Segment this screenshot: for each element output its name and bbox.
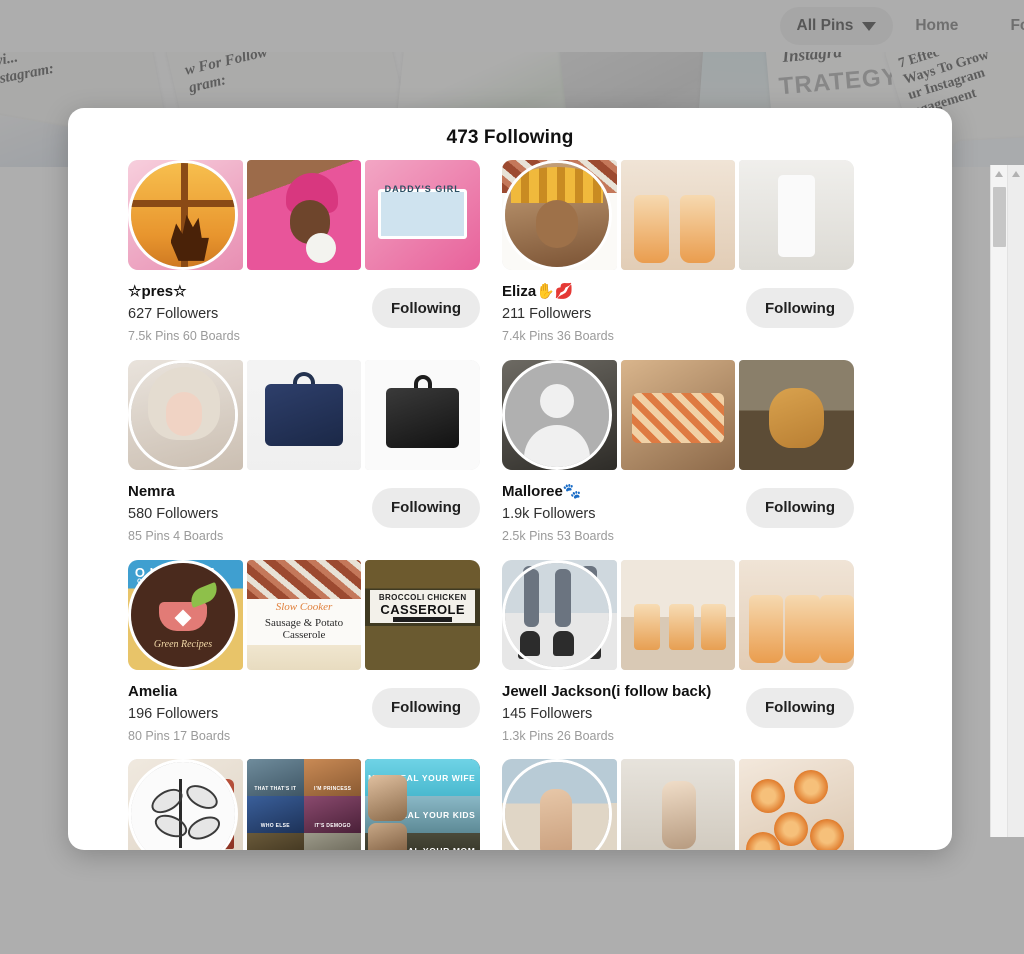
following-button[interactable]: Following xyxy=(746,487,854,528)
user-followers: 211 Followers xyxy=(502,306,592,323)
user-thumbnails xyxy=(502,759,855,850)
user-card[interactable]: THAT THAT'S IT I'M PRINCESS WHO ELSE IT'… xyxy=(128,759,481,850)
user-name: Nemra xyxy=(128,482,175,500)
user-thumbnails xyxy=(502,160,855,270)
user-thumbnails: O LASAGNACOMFORT FOOD RECIPE Slow Cooker… xyxy=(128,559,481,670)
avatar[interactable] xyxy=(502,759,612,850)
thumbnail-lemonade-table[interactable] xyxy=(620,559,736,670)
user-followers: 145 Followers xyxy=(502,705,593,722)
user-meta: ☆pres☆ 627 Followers 7.5k Pins 60 Boards… xyxy=(128,270,480,346)
user-thumbnails xyxy=(502,559,855,670)
thumbnail-mr-steal-your-wife-meme[interactable]: MR. STEAL YOUR WIFE MR. STEAL YOUR KIDS … xyxy=(365,759,481,850)
user-pins-boards: 1.3k Pins 26 Boards xyxy=(502,728,614,743)
user-grid-row: THAT THAT'S IT I'M PRINCESS WHO ELSE IT'… xyxy=(128,759,952,850)
thumbnail-mirror-selfie[interactable] xyxy=(620,759,736,850)
user-name: ☆pres☆ xyxy=(128,283,187,300)
avatar[interactable] xyxy=(128,359,238,470)
modal-scrollbar[interactable] xyxy=(990,165,1007,837)
background-pin[interactable] xyxy=(952,134,1024,167)
pin-text: Instagra xyxy=(781,52,843,67)
pin-text-secondary: TRATEGY xyxy=(777,63,900,101)
avatar[interactable]: Green Recipes xyxy=(128,559,238,670)
modal-scrollbar-thumb[interactable] xyxy=(993,187,1006,247)
user-thumbnails xyxy=(128,359,481,470)
user-name: Amelia xyxy=(128,682,178,700)
all-pins-dropdown[interactable]: All Pins xyxy=(779,7,894,45)
user-card[interactable]: DADDY'S GIRL ☆pres☆ 627 Followers 7.5k P… xyxy=(128,160,481,346)
thumbnail-ordinary-bottle[interactable] xyxy=(739,160,855,270)
user-followers: 627 Followers xyxy=(128,306,219,323)
following-modal: 473 Following DADDY'S GIRL ☆pres☆ 627 Fo… xyxy=(68,108,952,850)
thumbnail-meme-grid[interactable]: THAT THAT'S IT I'M PRINCESS WHO ELSE IT'… xyxy=(246,759,362,850)
user-name: Eliza✋💋 xyxy=(502,283,574,300)
user-thumbnails: DADDY'S GIRL xyxy=(128,160,481,270)
user-name: Malloree🐾 xyxy=(502,482,582,500)
user-card[interactable] xyxy=(502,759,855,850)
user-pins-boards: 2.5k Pins 53 Boards xyxy=(502,528,614,543)
thumbnail-golden-dog[interactable] xyxy=(739,359,855,470)
pin-text: w For Follow gram: xyxy=(183,52,270,96)
triangle-up-icon[interactable] xyxy=(995,171,1003,177)
user-meta: Jewell Jackson(i follow back) 145 Follow… xyxy=(502,670,854,746)
user-grid-row: DADDY'S GIRL ☆pres☆ 627 Followers 7.5k P… xyxy=(128,160,952,346)
all-pins-label: All Pins xyxy=(796,17,854,34)
nav-link-following[interactable]: Foll xyxy=(1010,17,1024,35)
user-card[interactable]: Jewell Jackson(i follow back) 145 Follow… xyxy=(502,559,855,746)
modal-title: 473 Following xyxy=(446,127,574,148)
user-followers: 580 Followers xyxy=(128,506,219,522)
thumbnail-black-handbag[interactable] xyxy=(365,359,481,470)
thumbnail-lemonade-cups[interactable] xyxy=(739,559,855,670)
page-scrollbar[interactable] xyxy=(1007,165,1024,837)
user-pins-boards: 7.5k Pins 60 Boards xyxy=(128,329,240,343)
triangle-up-icon[interactable] xyxy=(1012,171,1020,177)
user-meta: Eliza✋💋 211 Followers 7.4k Pins 36 Board… xyxy=(502,270,854,346)
user-card[interactable]: Malloree🐾 1.9k Followers 2.5k Pins 53 Bo… xyxy=(502,359,855,546)
user-card[interactable]: Eliza✋💋 211 Followers 7.4k Pins 36 Board… xyxy=(502,160,855,346)
pin-text: Followi...On Instagram: xyxy=(0,52,56,94)
top-navigation-bar: All Pins Home Foll xyxy=(0,0,1024,52)
chevron-down-icon xyxy=(862,21,877,31)
following-modal-wrapper: 473 Following DADDY'S GIRL ☆pres☆ 627 Fo… xyxy=(68,108,952,850)
thumbnail-daddys-girl-sign[interactable]: DADDY'S GIRL xyxy=(365,160,481,270)
user-name: Jewell Jackson(i follow back) xyxy=(502,682,712,700)
user-grid-row: Nemra 580 Followers 85 Pins 4 Boards Fol… xyxy=(128,359,952,546)
avatar[interactable] xyxy=(502,559,612,670)
user-meta: Nemra 580 Followers 85 Pins 4 Boards Fol… xyxy=(128,470,480,546)
user-card[interactable]: Nemra 580 Followers 85 Pins 4 Boards Fol… xyxy=(128,359,481,546)
user-thumbnails: THAT THAT'S IT I'M PRINCESS WHO ELSE IT'… xyxy=(128,759,481,850)
following-button[interactable]: Following xyxy=(746,687,854,728)
user-meta: Malloree🐾 1.9k Followers 2.5k Pins 53 Bo… xyxy=(502,470,854,546)
user-meta: Amelia 196 Followers 80 Pins 17 Boards F… xyxy=(128,670,480,746)
screen: All Pins Home Foll Followi...On Instagra… xyxy=(0,0,1024,954)
user-pins-boards: 80 Pins 17 Boards xyxy=(128,728,231,743)
thumbnail-navy-handbag[interactable] xyxy=(246,359,362,470)
user-followers: 1.9k Followers xyxy=(502,506,596,522)
modal-scroll-area[interactable]: DADDY'S GIRL ☆pres☆ 627 Followers 7.5k P… xyxy=(68,160,952,850)
following-button[interactable]: Following xyxy=(746,288,854,328)
user-thumbnails xyxy=(502,359,855,470)
nav-link-home[interactable]: Home xyxy=(915,17,958,35)
user-pins-boards: 7.4k Pins 36 Boards xyxy=(502,329,614,343)
user-grid-row: O LASAGNACOMFORT FOOD RECIPE Slow Cooker… xyxy=(128,559,952,746)
thumbnail-serum-bottle[interactable] xyxy=(620,160,736,270)
avatar[interactable] xyxy=(128,160,238,270)
avatar[interactable] xyxy=(128,759,238,850)
following-button[interactable]: Following xyxy=(372,687,480,728)
following-button[interactable]: Following xyxy=(372,288,480,328)
avatar-default-person[interactable] xyxy=(502,359,612,470)
user-followers: 196 Followers xyxy=(128,705,219,722)
thumbnail-sausage-potato-casserole[interactable]: Slow Cooker Sausage & Potato Casserole xyxy=(246,559,362,670)
user-pins-boards: 85 Pins 4 Boards xyxy=(128,528,224,543)
thumbnail-orange-flowers[interactable] xyxy=(739,759,855,850)
thumbnail-pink-girl-photo[interactable] xyxy=(246,160,362,270)
following-button[interactable]: Following xyxy=(372,487,480,528)
avatar[interactable] xyxy=(502,160,612,270)
user-card[interactable]: O LASAGNACOMFORT FOOD RECIPE Slow Cooker… xyxy=(128,559,481,746)
thumbnail-broccoli-chicken-casserole[interactable]: BROCCOLI CHICKEN CASSEROLE xyxy=(365,559,481,670)
thumbnail-tie-dye-blanket[interactable] xyxy=(620,359,736,470)
